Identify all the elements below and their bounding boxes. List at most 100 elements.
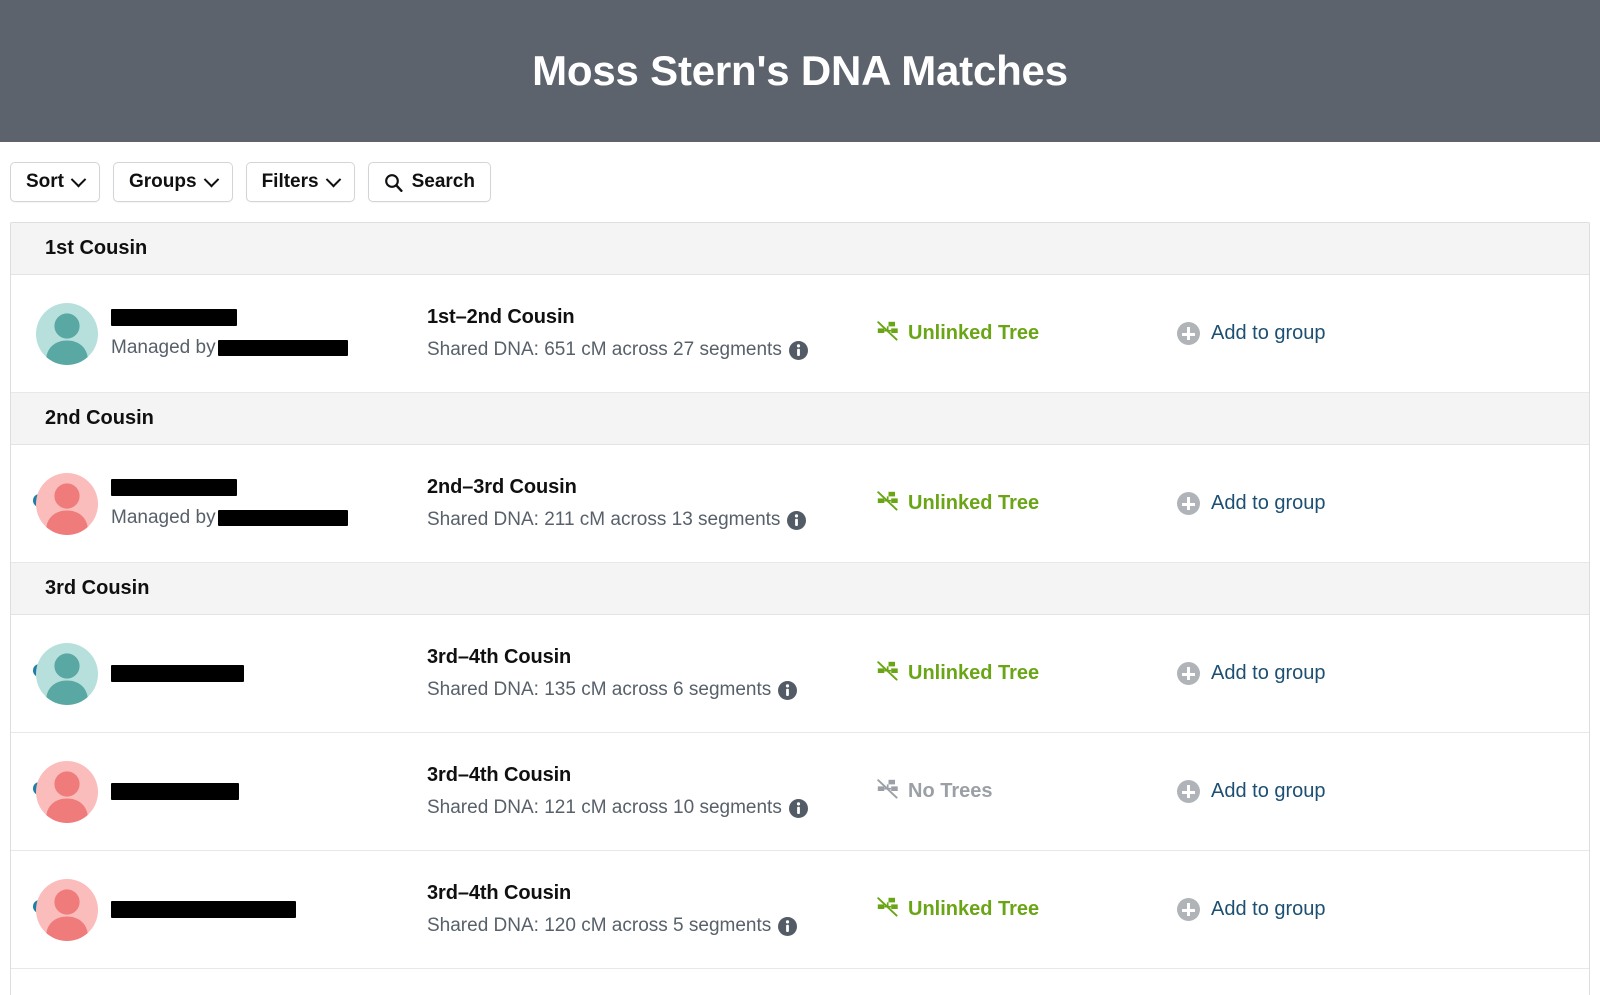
shared-dna-line: Shared DNA: 211 cM across 13 segments — [427, 509, 877, 531]
shared-dna-text: Shared DNA: 121 cM across 10 segments — [427, 797, 782, 818]
match-row[interactable]: Managed by 2nd–3rd Cousin Shared DNA: 211 … — [11, 445, 1589, 563]
tree-status-label: Unlinked Tree — [908, 322, 1040, 344]
group-header: 3rd Cousin — [11, 563, 1589, 615]
filters-button[interactable]: Filters — [245, 162, 355, 202]
unlinked-tree-icon — [877, 321, 899, 346]
tree-status: No Trees — [877, 779, 1177, 804]
sort-button[interactable]: Sort — [10, 162, 100, 202]
shared-dna-line: Shared DNA: 651 cM across 27 segments — [427, 339, 877, 361]
avatar[interactable] — [36, 472, 98, 535]
relationship-range: 3rd–4th Cousin — [427, 646, 572, 668]
manager-name-redacted — [217, 339, 348, 356]
match-row[interactable]: 3rd–4th Cousin Shared DNA: 135 cM across … — [11, 615, 1589, 733]
match-person[interactable]: Managed by — [11, 302, 427, 365]
filters-button-label: Filters — [261, 171, 319, 192]
managed-by-label: Managed by — [111, 506, 216, 528]
add-to-group-button[interactable]: Add to group — [1177, 492, 1589, 515]
managed-by-line: Managed by — [111, 507, 348, 529]
groups-button-label: Groups — [129, 171, 197, 192]
info-icon[interactable] — [778, 680, 798, 700]
match-relationship: 3rd–4th Cousin Shared DNA: 135 cM across … — [427, 646, 877, 701]
match-name-redacted — [111, 308, 237, 326]
info-icon[interactable] — [788, 798, 808, 818]
match-person[interactable] — [11, 760, 427, 823]
match-name-redacted — [111, 478, 237, 496]
relationship-range: 2nd–3rd Cousin — [427, 476, 577, 498]
match-person[interactable] — [11, 878, 427, 941]
avatar-silhouette-icon — [46, 482, 88, 535]
match-person[interactable]: Managed by — [11, 472, 427, 535]
chevron-down-icon — [203, 171, 219, 187]
match-name-block — [111, 665, 244, 682]
matches-list: 1st Cousin Managed by 1st–2nd Cousin Shared… — [10, 222, 1590, 995]
managed-by-label: Managed by — [111, 336, 216, 358]
match-name-redacted — [111, 665, 244, 682]
unlinked-tree-icon — [877, 897, 899, 922]
avatar[interactable] — [36, 302, 98, 365]
plus-circle-icon — [1177, 898, 1200, 921]
avatar[interactable] — [36, 760, 98, 823]
add-to-group-button[interactable]: Add to group — [1177, 780, 1589, 803]
match-relationship: 1st–2nd Cousin Shared DNA: 651 cM across … — [427, 306, 877, 361]
match-row-partial[interactable] — [11, 969, 1589, 995]
relationship-range: 1st–2nd Cousin — [427, 306, 575, 328]
add-to-group-button[interactable]: Add to group — [1177, 662, 1589, 685]
avatar[interactable] — [36, 642, 98, 705]
plus-circle-icon — [1177, 322, 1200, 345]
avatar-silhouette-icon — [46, 312, 88, 365]
add-to-group-label: Add to group — [1211, 492, 1326, 514]
shared-dna-text: Shared DNA: 135 cM across 6 segments — [427, 679, 772, 700]
add-to-group-label: Add to group — [1211, 780, 1326, 802]
info-icon[interactable] — [788, 340, 808, 360]
tree-status-label: No Trees — [908, 780, 993, 802]
tree-status-label: Unlinked Tree — [908, 662, 1040, 684]
info-icon[interactable] — [787, 510, 807, 530]
relationship-range: 3rd–4th Cousin — [427, 882, 572, 904]
match-person[interactable] — [11, 642, 427, 705]
match-name-block: Managed by — [111, 478, 348, 529]
tree-status-label: Unlinked Tree — [908, 898, 1040, 920]
match-name-block — [111, 901, 296, 918]
group-header: 2nd Cousin — [11, 393, 1589, 445]
info-icon[interactable] — [778, 916, 798, 936]
shared-dna-text: Shared DNA: 211 cM across 13 segments — [427, 509, 781, 530]
matches-toolbar: Sort Groups Filters Search — [0, 142, 1600, 222]
search-button[interactable]: Search — [367, 162, 491, 202]
tree-status[interactable]: Unlinked Tree — [877, 897, 1177, 922]
match-name-redacted — [111, 783, 239, 800]
match-row[interactable]: 3rd–4th Cousin Shared DNA: 120 cM across … — [11, 851, 1589, 969]
match-name-block — [111, 783, 239, 800]
match-relationship: 3rd–4th Cousin Shared DNA: 121 cM across … — [427, 764, 877, 819]
shared-dna-line: Shared DNA: 120 cM across 5 segments — [427, 915, 877, 937]
add-to-group-button[interactable]: Add to group — [1177, 322, 1589, 345]
match-name-block: Managed by — [111, 308, 348, 359]
group-header: 1st Cousin — [11, 223, 1589, 275]
manager-name-redacted — [217, 509, 348, 526]
shared-dna-text: Shared DNA: 120 cM across 5 segments — [427, 915, 772, 936]
add-to-group-button[interactable]: Add to group — [1177, 898, 1589, 921]
match-row[interactable]: 3rd–4th Cousin Shared DNA: 121 cM across … — [11, 733, 1589, 851]
match-row[interactable]: Managed by 1st–2nd Cousin Shared DNA: 651 … — [11, 275, 1589, 393]
plus-circle-icon — [1177, 492, 1200, 515]
match-name-redacted — [111, 901, 296, 918]
avatar-silhouette-icon — [46, 652, 88, 705]
page-header: Moss Stern's DNA Matches — [0, 0, 1600, 142]
avatar[interactable] — [36, 878, 98, 941]
tree-status-label: Unlinked Tree — [908, 492, 1040, 514]
tree-status[interactable]: Unlinked Tree — [877, 321, 1177, 346]
chevron-down-icon — [70, 171, 87, 187]
search-icon — [384, 173, 403, 192]
add-to-group-label: Add to group — [1211, 662, 1326, 684]
groups-button[interactable]: Groups — [113, 162, 233, 202]
tree-status[interactable]: Unlinked Tree — [877, 661, 1177, 686]
relationship-range: 3rd–4th Cousin — [427, 764, 572, 786]
shared-dna-line: Shared DNA: 135 cM across 6 segments — [427, 679, 877, 701]
avatar-silhouette-icon — [46, 888, 88, 941]
tree-status[interactable]: Unlinked Tree — [877, 491, 1177, 516]
unlinked-tree-icon — [877, 491, 899, 516]
shared-dna-text: Shared DNA: 651 cM across 27 segments — [427, 339, 782, 360]
add-to-group-label: Add to group — [1211, 322, 1326, 344]
sort-button-label: Sort — [26, 171, 64, 192]
match-relationship: 3rd–4th Cousin Shared DNA: 120 cM across … — [427, 882, 877, 937]
page-title: Moss Stern's DNA Matches — [532, 47, 1068, 94]
